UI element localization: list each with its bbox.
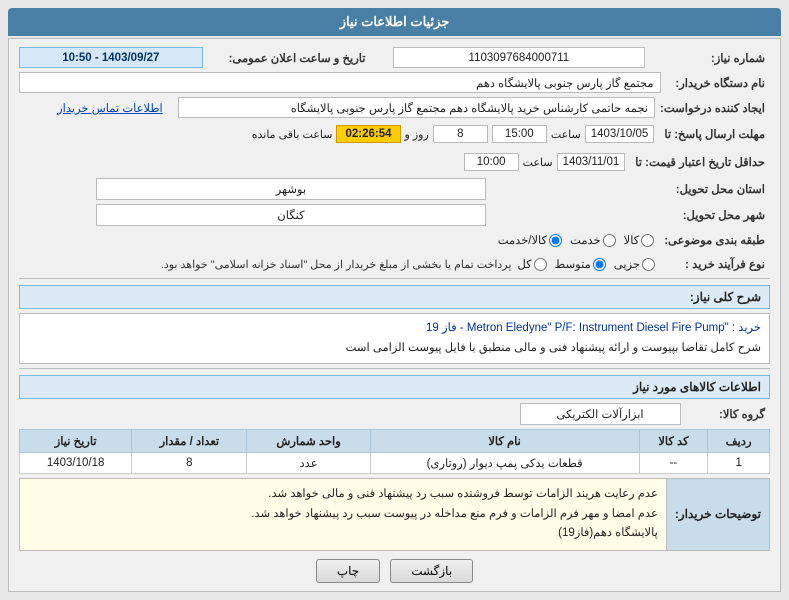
col-kod: کد کالا [639,430,708,453]
etelaat-section-title: اطلاعات کالاهای مورد نیاز [19,375,770,399]
ostan-label: استان محل تحویل: [485,179,770,200]
farayand-motavaset-label: متوسط [555,257,591,271]
tabaghe-khedmat-radio[interactable] [603,234,616,247]
ettelaat-tamas-link[interactable]: اطلاعات تماس خریدار [19,98,168,118]
cell-nam: قطعات یدکی پمپ دیوار (روتاری) [370,453,639,474]
farayand-kol-radio[interactable] [534,258,547,271]
sharh-kharid: خرید : "Metron Eledyne" P/F: Instrument … [19,313,770,364]
mohlat-day: 8 [433,125,488,143]
mohlat-countdown-label: ساعت باقی مانده [252,128,333,141]
ostan-value: بوشهر [97,179,485,200]
tabaghe-khedmat-label: خدمت [570,233,601,247]
mohlat-label: مهلت ارسال پاسخ: تا [659,122,770,146]
back-button[interactable]: بازگشت [390,559,473,583]
button-bar: بازگشت چاپ [19,559,770,583]
cell-tarikh: 1403/10/18 [20,453,132,474]
nooe-farayand-label: نوع فرآیند خرید : [660,254,770,274]
cell-tedad: 8 [132,453,247,474]
buyer-notes-label: توضیحات خریدار: [666,479,769,550]
sharh-main-text: شرح کامل تقاضا بپیوست و ارائه پیشنهاد فن… [346,342,761,354]
farayand-motavaset-radio[interactable] [593,258,606,271]
mohlat-date: 1403/10/05 [585,125,655,143]
buyer-notes-container: توضیحات خریدار: عدم رعایت هریند الزامات … [19,478,770,551]
tabaghe-kala-radio[interactable] [641,234,654,247]
tabaghe-kala-khedmat-radio[interactable] [549,234,562,247]
jadval-time: 10:00 [464,153,519,171]
shahr-label: شهر محل تحویل: [485,205,770,226]
table-row: 1--قطعات یدکی پمپ دیوار (روتاری)عدد81403… [20,453,770,474]
sharh-kharid-text: خرید : "Metron Eledyne" P/F: Instrument … [426,322,761,334]
tabaghe-kala-label: کالا [624,233,640,247]
col-radif: ردیف [708,430,770,453]
buyer-notes-content: عدم رعایت هریند الزامات توسط فروشنده سبب… [20,479,666,550]
tabaghe-kala-khedmat-label: کالا/خدمت [498,233,547,247]
mohlat-time: 15:00 [492,125,547,143]
col-nam: نام کالا [370,430,639,453]
tabaghe-khedmat-item: خدمت [570,233,616,247]
nam-dastgah-value: مجتمع گاز پارس جنوبی پالایشگاه دهم [20,73,661,93]
tabaghe-kala-khedmat-item: کالا/خدمت [498,233,562,247]
tabaghe-label: طبقه بندی موضوعی: [659,230,770,250]
farayand-kol-label: کل [517,257,531,271]
cell-kod: -- [639,453,708,474]
tarikh-aalan-value: 1403/09/27 - 10:50 [20,48,203,68]
page-title: جزئیات اطلاعات نیاز [8,8,781,36]
shahr-value: کنگان [97,205,485,226]
shenare-niaz-label: شماره نیاز: [644,48,770,68]
mohlat-countdown: 02:26:54 [336,125,400,143]
jadval-label: حداقل تاریخ اعتبار قیمت: تا [630,150,770,174]
gorohe-kala-value: ابزارآلات الکتریکی [520,404,680,425]
farayand-jozi-label: جزیی [614,257,640,271]
farayand-note: پرداخت تمام یا بخشی از مبلغ خریدار از مح… [161,258,512,271]
tarikh-aalan-label: تاریخ و ساعت اعلان عمومی: [202,48,370,68]
col-vahed: واحد شمارش [247,430,370,453]
cell-radif: 1 [708,453,770,474]
jadval-date: 1403/11/01 [557,153,626,171]
tabaghe-kala-item: کالا [624,233,655,247]
gorohe-kala-label: گروه کالا: [680,404,770,425]
cell-vahed: عدد [247,453,370,474]
ijad-konande-label: ایجاد کننده درخواست: [655,98,771,118]
col-tarikh: تاریخ نیاز [20,430,132,453]
ijad-konande-value: نجمه حاتمی کارشناس خرید پالایشگاه دهم مج… [178,98,654,118]
farayand-jozi-radio[interactable] [642,258,655,271]
mohlat-day-label: روز و [405,128,429,141]
col-tedad: تعداد / مقدار [132,430,247,453]
nam-dastgah-label: نام دستگاه خریدار: [660,73,770,93]
kala-table: ردیف کد کالا نام کالا واحد شمارش تعداد /… [19,429,770,474]
print-button[interactable]: چاپ [316,559,380,583]
sharh-section-title: شرح کلی نیاز: [19,285,770,309]
shenare-niaz-value: 1103097684000711 [393,48,644,68]
